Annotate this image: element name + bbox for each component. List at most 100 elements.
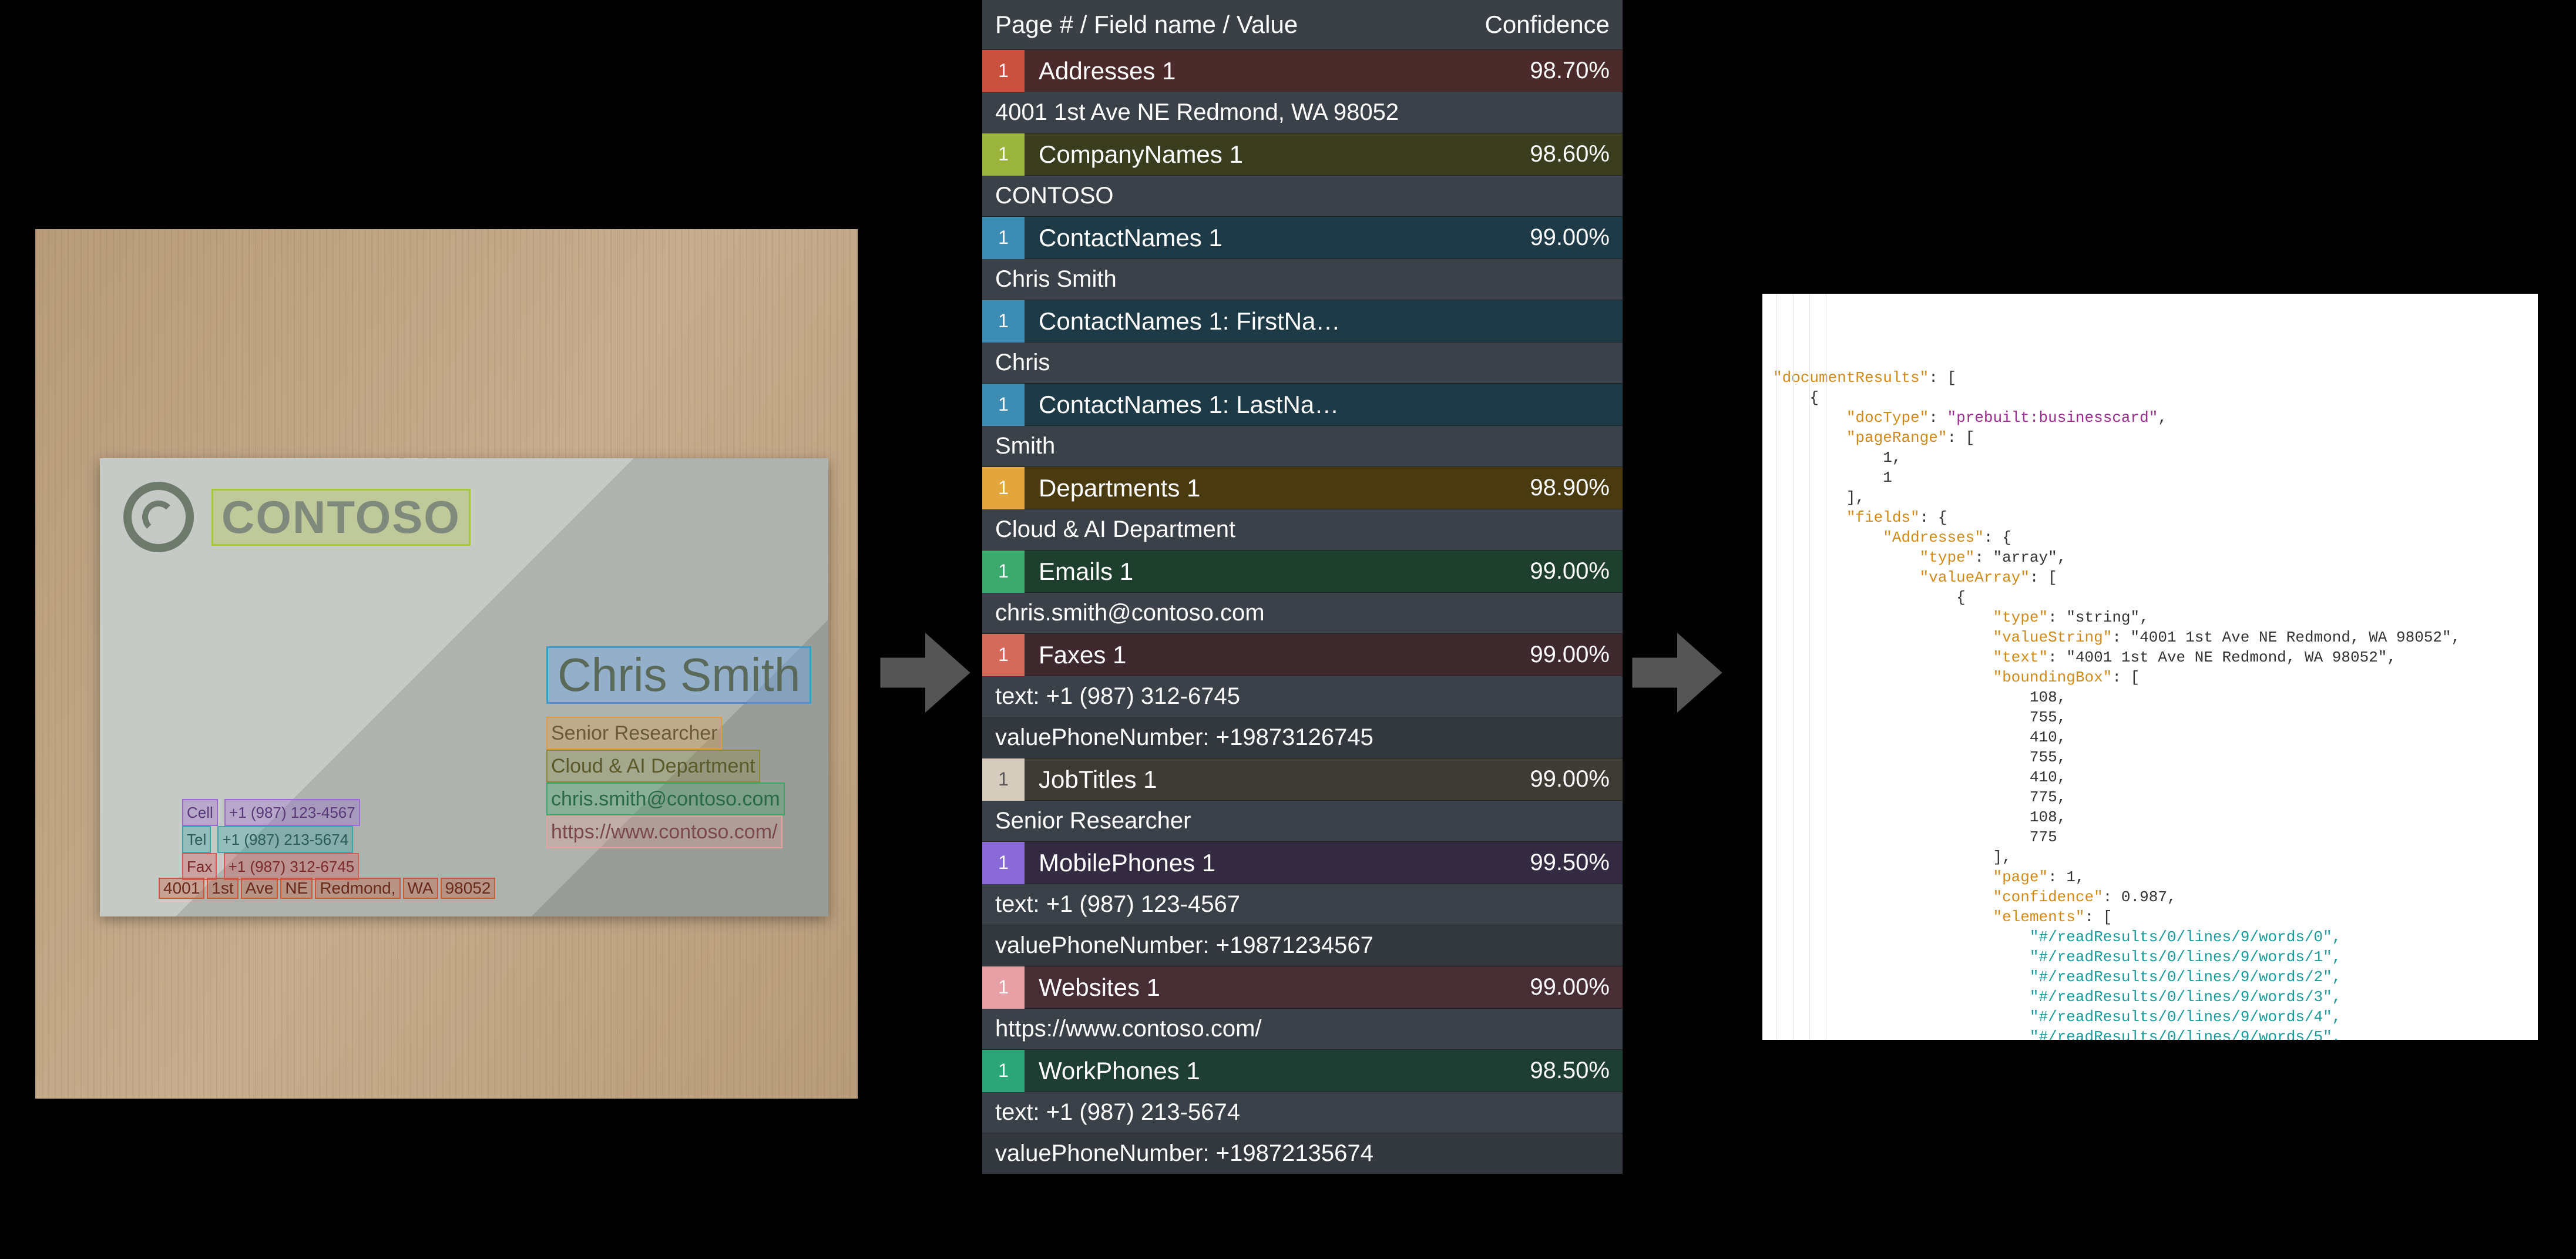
field-value: CONTOSO: [982, 175, 1623, 216]
field-name: CompanyNames 1: [1025, 140, 1530, 169]
json-line: "pageRange": [: [1773, 428, 2527, 448]
confidence-value: 98.50%: [1530, 1057, 1623, 1084]
contact-name-highlight: Chris Smith: [546, 646, 811, 704]
card-address-row: 40011stAveNERedmond,WA98052: [159, 878, 498, 899]
result-row[interactable]: 1MobilePhones 199.50%: [982, 841, 1623, 884]
page-badge: 1: [982, 550, 1025, 593]
json-line: 410,: [1773, 727, 2527, 747]
json-line: "text": "4001 1st Ave NE Redmond, WA 980…: [1773, 647, 2527, 667]
address-token-highlight: 98052: [441, 878, 496, 899]
field-name: JobTitles 1: [1025, 766, 1530, 794]
result-row[interactable]: 1Websites 199.00%: [982, 966, 1623, 1008]
address-token-highlight: Ave: [241, 878, 278, 899]
field-name: ContactNames 1: [1025, 224, 1530, 252]
field-name: Websites 1: [1025, 973, 1530, 1002]
field-name: MobilePhones 1: [1025, 849, 1530, 877]
card-preview-panel: CONTOSO Chris Smith Senior Researcher Cl…: [35, 229, 858, 1099]
confidence-value: 98.70%: [1530, 58, 1623, 84]
confidence-value: 99.00%: [1530, 224, 1623, 251]
header-left-label: Page # / Field name / Value: [995, 11, 1298, 39]
page-badge: 1: [982, 50, 1025, 92]
business-card: CONTOSO Chris Smith Senior Researcher Cl…: [100, 458, 828, 916]
field-name: WorkPhones 1: [1025, 1057, 1530, 1085]
json-output-panel: "documentResults": [ { "docType": "prebu…: [1762, 294, 2538, 1040]
json-line: "fields": {: [1773, 508, 2527, 528]
fax-number-highlight: +1 (987) 312-6745: [224, 853, 360, 880]
card-phones-column: Cell +1 (987) 123-4567 Tel +1 (987) 213-…: [182, 799, 362, 880]
json-line: 108,: [1773, 807, 2527, 827]
job-title-highlight: Senior Researcher: [546, 717, 722, 750]
arrow-right-icon: [1627, 623, 1727, 723]
field-value: Cloud & AI Department: [982, 509, 1623, 550]
field-value: Chris Smith: [982, 258, 1623, 300]
address-token-highlight: 1st: [207, 878, 238, 899]
logo-row: CONTOSO: [123, 482, 471, 552]
results-table: Page # / Field name / Value Confidence 1…: [982, 0, 1623, 1174]
field-value: Smith: [982, 425, 1623, 466]
page-badge: 1: [982, 133, 1025, 176]
result-row[interactable]: 1ContactNames 1: LastNa…: [982, 383, 1623, 425]
json-line: "confidence": 0.987,: [1773, 887, 2527, 907]
field-name: ContactNames 1: LastNa…: [1025, 391, 1610, 419]
json-line: {: [1773, 388, 2527, 408]
json-line: {: [1773, 587, 2527, 607]
field-name: Departments 1: [1025, 474, 1530, 502]
json-line: "boundingBox": [: [1773, 667, 2527, 687]
json-line: "elements": [: [1773, 907, 2527, 927]
result-row[interactable]: 1Emails 199.00%: [982, 550, 1623, 592]
json-line: ],: [1773, 488, 2527, 508]
address-token-highlight: 4001: [159, 878, 204, 899]
header-right-label: Confidence: [1485, 11, 1610, 39]
address-token-highlight: Redmond,: [315, 878, 400, 899]
cell-number-highlight: +1 (987) 123-4567: [224, 799, 360, 826]
json-line: "valueString": "4001 1st Ave NE Redmond,…: [1773, 627, 2527, 647]
page-badge: 1: [982, 384, 1025, 426]
company-logo-icon: [123, 482, 194, 552]
json-line: "valueArray": [: [1773, 568, 2527, 587]
json-line: "#/readResults/0/lines/9/words/0",: [1773, 927, 2527, 947]
result-row[interactable]: 1JobTitles 199.00%: [982, 758, 1623, 800]
results-table-header: Page # / Field name / Value Confidence: [982, 0, 1623, 49]
address-token-highlight: NE: [280, 878, 313, 899]
address-token-highlight: WA: [403, 878, 438, 899]
company-name-highlight: CONTOSO: [211, 489, 471, 546]
json-line: "#/readResults/0/lines/9/words/4",: [1773, 1007, 2527, 1027]
json-line: "#/readResults/0/lines/9/words/1",: [1773, 947, 2527, 967]
results-table-panel: Page # / Field name / Value Confidence 1…: [982, 0, 1623, 1174]
json-line: "type": "string",: [1773, 607, 2527, 627]
result-row[interactable]: 1Departments 198.90%: [982, 466, 1623, 509]
json-line: "#/readResults/0/lines/9/words/2",: [1773, 967, 2527, 987]
field-value: Chris: [982, 342, 1623, 383]
result-row[interactable]: 1ContactNames 199.00%: [982, 216, 1623, 258]
json-line: "page": 1,: [1773, 867, 2527, 887]
department-highlight: Cloud & AI Department: [546, 750, 760, 783]
confidence-value: 99.00%: [1530, 974, 1623, 1001]
page-badge: 1: [982, 300, 1025, 343]
json-line: "type": "array",: [1773, 548, 2527, 568]
page-badge: 1: [982, 1050, 1025, 1092]
result-row[interactable]: 1CompanyNames 198.60%: [982, 133, 1623, 175]
result-row[interactable]: 1WorkPhones 198.50%: [982, 1049, 1623, 1092]
json-line: "#/readResults/0/lines/9/words/3",: [1773, 987, 2527, 1007]
json-line: 755,: [1773, 747, 2527, 767]
field-name: Faxes 1: [1025, 641, 1530, 669]
confidence-value: 99.00%: [1530, 766, 1623, 793]
card-info-column: Senior Researcher Cloud & AI Department …: [546, 717, 785, 848]
field-value: text: +1 (987) 213-5674: [982, 1092, 1623, 1133]
page-badge: 1: [982, 966, 1025, 1009]
confidence-value: 98.60%: [1530, 141, 1623, 167]
page-badge: 1: [982, 217, 1025, 259]
result-row[interactable]: 1Addresses 198.70%: [982, 49, 1623, 92]
json-line: "#/readResults/0/lines/9/words/5",: [1773, 1027, 2527, 1040]
confidence-value: 99.00%: [1530, 642, 1623, 668]
confidence-value: 99.50%: [1530, 850, 1623, 876]
confidence-value: 98.90%: [1530, 475, 1623, 501]
json-line: ],: [1773, 847, 2527, 867]
result-row[interactable]: 1ContactNames 1: FirstNa…: [982, 300, 1623, 342]
json-line: 755,: [1773, 707, 2527, 727]
field-value: valuePhoneNumber: +19871234567: [982, 925, 1623, 966]
website-highlight: https://www.contoso.com/: [546, 815, 782, 848]
result-row[interactable]: 1Faxes 199.00%: [982, 633, 1623, 676]
results-table-body: 1Addresses 198.70%4001 1st Ave NE Redmon…: [982, 49, 1623, 1174]
json-line: 1: [1773, 468, 2527, 488]
